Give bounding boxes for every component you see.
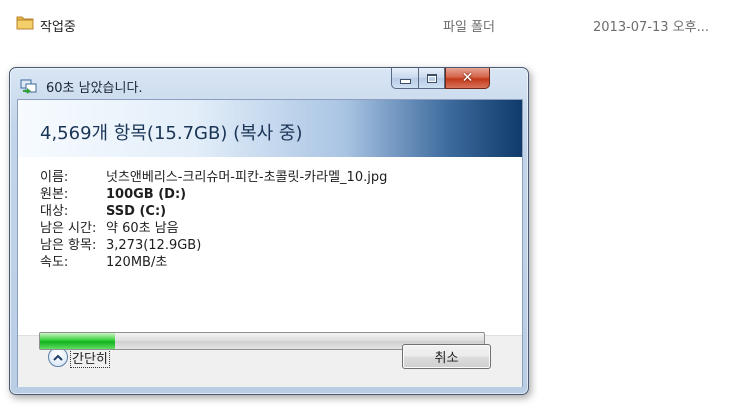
close-icon: ✕: [461, 70, 474, 86]
detail-label: 이름:: [40, 170, 69, 185]
detail-row: 대상: SSD (C:): [40, 203, 387, 220]
detail-label: 속도:: [40, 255, 69, 270]
detail-value: 3,273(12.9GB): [106, 238, 202, 253]
folder-type: 파일 폴더: [443, 20, 495, 35]
detail-label: 원본:: [40, 187, 69, 202]
details-table: 이름: 넛츠앤베리스-크리슈머-피칸-초콜릿-카라멜_10.jpg 원본: 100GB…: [40, 169, 387, 271]
copy-dialog: 60초 남았습니다. ✕ 4,569개 항목(15.7GB) (복사 중) 이름…: [9, 67, 529, 395]
maximize-icon: [426, 73, 437, 83]
detail-label: 남은 항목:: [40, 238, 97, 253]
chevron-up-icon: [48, 347, 68, 367]
title-bar[interactable]: 60초 남았습니다. ✕: [10, 68, 528, 100]
explorer-file-row[interactable]: 작업중 파일 폴더 2013-07-13 오후...: [0, 0, 740, 50]
copy-summary-heading: 4,569개 항목(15.7GB) (복사 중): [40, 123, 303, 144]
detail-value: SSD (C:): [106, 204, 167, 219]
close-button[interactable]: ✕: [445, 68, 490, 89]
header-band: 4,569개 항목(15.7GB) (복사 중): [18, 100, 522, 157]
less-details-label: 간단히: [70, 346, 110, 368]
detail-value: 120MB/초: [106, 255, 168, 270]
progress-fill: [40, 333, 115, 349]
minimize-button[interactable]: [391, 68, 419, 89]
detail-value: 넛츠앤베리스-크리슈머-피칸-초콜릿-카라멜_10.jpg: [106, 170, 388, 185]
window-title: 60초 남았습니다.: [46, 81, 143, 96]
window-controls: ✕: [391, 68, 519, 90]
detail-row: 속도: 120MB/초: [40, 254, 387, 271]
detail-row: 남은 시간: 약 60초 남음: [40, 220, 387, 237]
minimize-icon: [399, 78, 411, 84]
maximize-button[interactable]: [419, 68, 445, 89]
folder-name: 작업중: [40, 20, 76, 35]
folder-date: 2013-07-13 오후...: [593, 20, 709, 35]
copy-icon: [20, 79, 37, 94]
detail-row: 원본: 100GB (D:): [40, 186, 387, 203]
folder-icon: [16, 16, 34, 30]
cancel-button[interactable]: 취소: [402, 344, 491, 369]
detail-label: 남은 시간:: [40, 221, 97, 236]
detail-label: 대상:: [40, 204, 69, 219]
detail-row: 이름: 넛츠앤베리스-크리슈머-피칸-초콜릿-카라멜_10.jpg: [40, 169, 387, 186]
details-panel: 이름: 넛츠앤베리스-크리슈머-피칸-초콜릿-카라멜_10.jpg 원본: 100GB…: [18, 157, 522, 335]
detail-value: 100GB (D:): [106, 187, 187, 202]
detail-row: 남은 항목: 3,273(12.9GB): [40, 237, 387, 254]
detail-value: 약 60초 남음: [106, 221, 179, 236]
